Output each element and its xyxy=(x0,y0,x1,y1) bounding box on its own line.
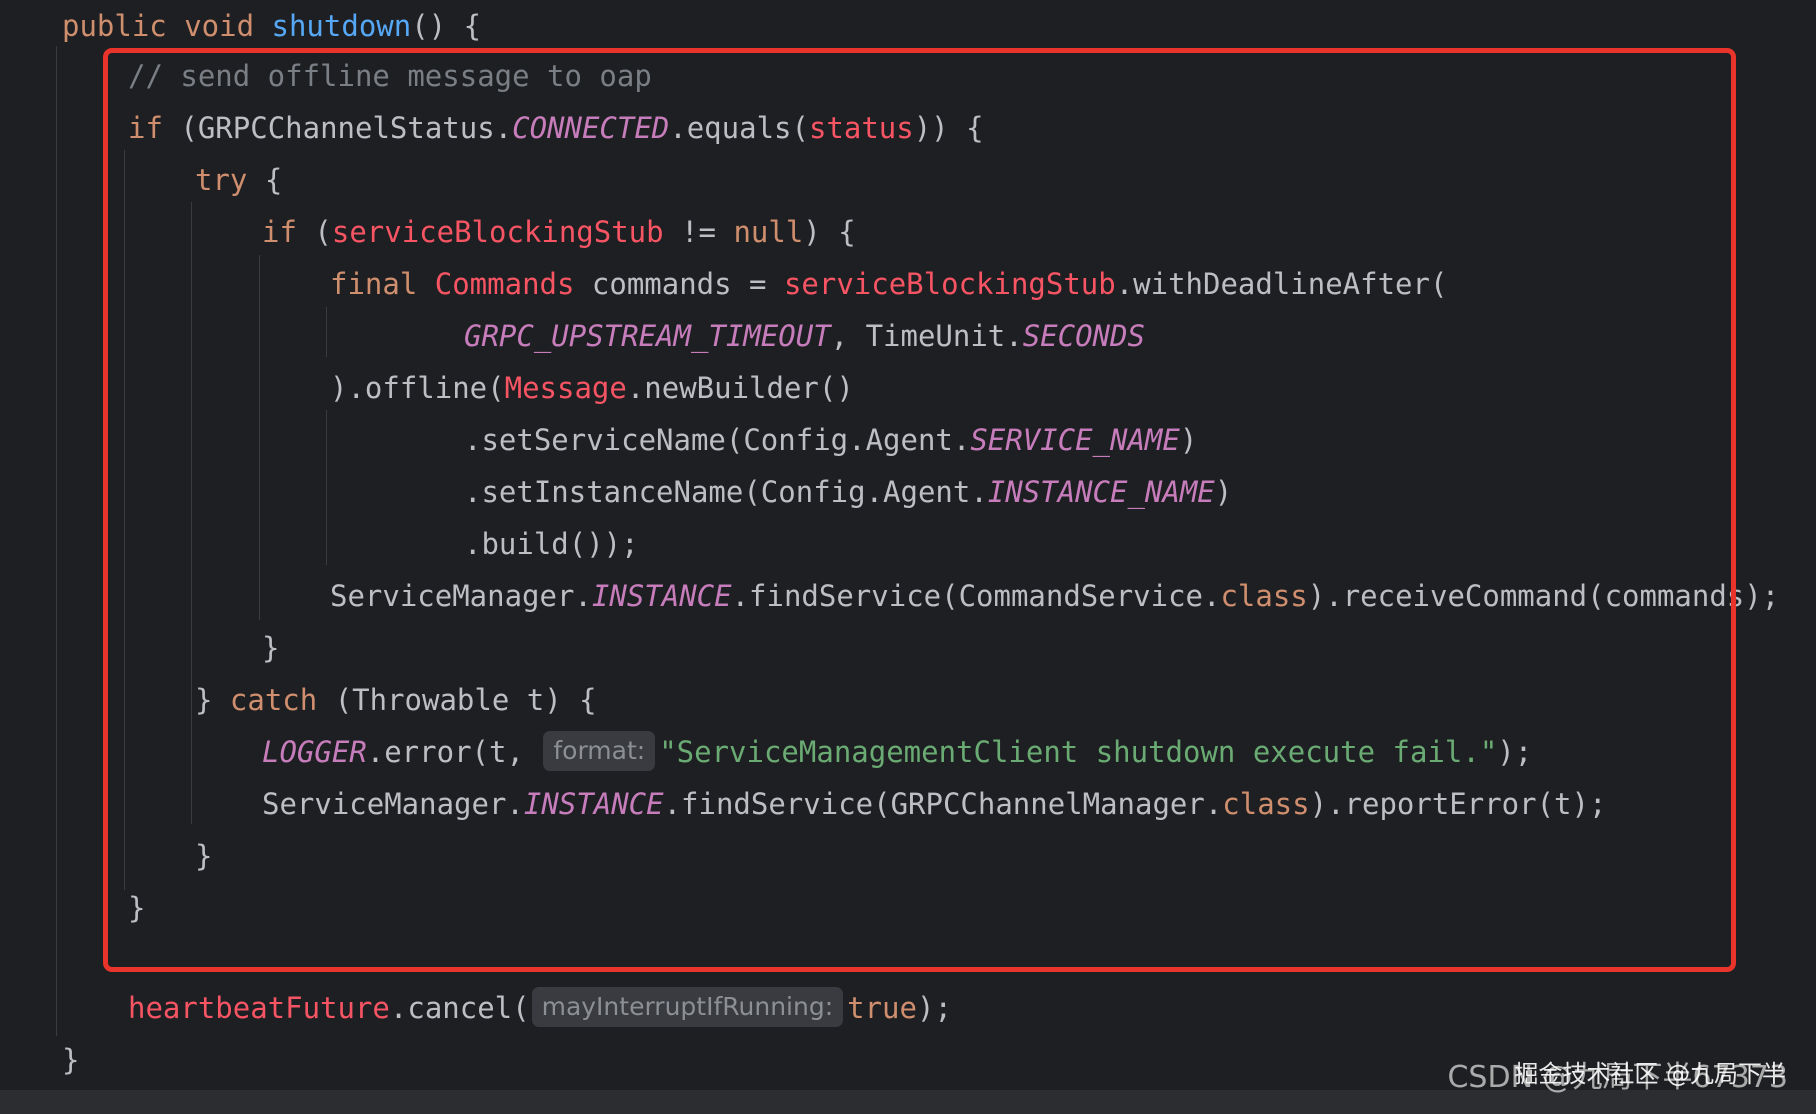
code-line[interactable]: } xyxy=(195,830,212,882)
indent-guide xyxy=(259,255,260,620)
code-token: catch xyxy=(229,683,335,717)
code-line[interactable]: } xyxy=(262,622,279,674)
code-line[interactable]: ServiceManager.INSTANCE.findService(GRPC… xyxy=(262,778,1606,830)
code-token: .build()); xyxy=(464,527,639,561)
indent-guide xyxy=(326,307,327,357)
code-token: != xyxy=(663,215,734,249)
code-line[interactable]: // send offline message to oap xyxy=(128,50,652,102)
code-token: .findService(CommandService. xyxy=(731,579,1221,613)
indent-guide xyxy=(56,46,57,1036)
code-token: public void xyxy=(62,9,272,43)
code-token: ServiceManager. xyxy=(262,787,524,821)
code-token: ).reportError(t); xyxy=(1309,787,1607,821)
code-token: try xyxy=(195,163,265,197)
code-token: INSTANCE xyxy=(523,787,664,821)
code-token: INSTANCE xyxy=(591,579,732,613)
code-line[interactable]: if (GRPCChannelStatus.CONNECTED.equals(s… xyxy=(128,102,984,154)
code-token: final xyxy=(330,267,435,301)
code-token: ).receiveCommand(commands); xyxy=(1307,579,1780,613)
code-editor[interactable]: public void shutdown() {// send offline … xyxy=(0,0,1816,1090)
code-token: serviceBlockingStub xyxy=(331,215,664,249)
code-token: ServiceManager. xyxy=(330,579,592,613)
code-token: status xyxy=(808,111,914,145)
code-line[interactable]: .setServiceName(Config.Agent.SERVICE_NAM… xyxy=(464,414,1197,466)
code-token: LOGGER xyxy=(262,735,367,769)
code-token: commands = xyxy=(574,267,784,301)
code-token: if xyxy=(128,111,181,145)
code-token: ); xyxy=(1497,735,1533,769)
code-token: ); xyxy=(916,991,952,1025)
code-token: )) { xyxy=(913,111,984,145)
code-token: .cancel( xyxy=(389,991,530,1025)
code-line[interactable]: .setInstanceName(Config.Agent.INSTANCE_N… xyxy=(464,466,1232,518)
code-token: serviceBlockingStub xyxy=(783,267,1116,301)
code-token: { xyxy=(264,163,283,197)
indent-guide xyxy=(326,410,327,565)
code-token: .equals( xyxy=(669,111,809,145)
juejin-watermark: 掘金技术社区 @九局下半 xyxy=(1514,1060,1786,1088)
parameter-hint: mayInterruptIfRunning: xyxy=(531,987,844,1027)
code-token: ( xyxy=(314,215,332,249)
code-token: SECONDS xyxy=(1022,319,1145,353)
code-token: null xyxy=(733,215,804,249)
code-line[interactable]: GRPC_UPSTREAM_TIMEOUT, TimeUnit.SECONDS xyxy=(464,310,1145,362)
code-line[interactable]: } xyxy=(62,1034,79,1086)
code-token: class xyxy=(1220,579,1308,613)
code-line[interactable]: } xyxy=(128,882,145,934)
code-token: Message xyxy=(504,371,627,405)
code-line[interactable]: ).offline(Message.newBuilder() xyxy=(330,362,854,414)
code-token: shutdown xyxy=(271,9,412,43)
code-token: heartbeatFuture xyxy=(128,991,390,1025)
code-token: true xyxy=(847,991,917,1025)
code-line[interactable]: ServiceManager.INSTANCE.findService(Comm… xyxy=(330,570,1779,622)
code-token: .error(t, xyxy=(366,735,542,769)
code-token: } xyxy=(195,839,213,873)
code-token: (Throwable t) { xyxy=(334,683,597,717)
code-token: "ServiceManagementClient shutdown execut… xyxy=(659,735,1498,769)
code-line[interactable]: public void shutdown() { xyxy=(62,0,481,52)
code-token: .findService(GRPCChannelManager. xyxy=(663,787,1223,821)
code-token: Commands xyxy=(434,267,575,301)
code-line[interactable]: LOGGER.error(t, format: "ServiceManagemen… xyxy=(262,726,1532,778)
code-token: } xyxy=(262,631,280,665)
indent-guide xyxy=(124,150,125,890)
code-token: } xyxy=(62,1043,80,1077)
code-token: ) xyxy=(1179,423,1198,457)
code-token: } xyxy=(195,683,230,717)
code-token: () { xyxy=(411,9,482,43)
code-token: ) xyxy=(1214,475,1233,509)
code-token: class xyxy=(1222,787,1310,821)
code-token: , TimeUnit. xyxy=(830,319,1023,353)
code-token: SERVICE_NAME xyxy=(970,423,1180,457)
code-line[interactable]: } catch (Throwable t) { xyxy=(195,674,597,726)
code-line[interactable]: if (serviceBlockingStub != null) { xyxy=(262,206,856,258)
code-token: (GRPCChannelStatus. xyxy=(180,111,513,145)
code-token: .newBuilder() xyxy=(626,371,854,405)
code-token: .withDeadlineAfter( xyxy=(1115,267,1448,301)
indent-guide xyxy=(191,202,192,824)
code-token: ) { xyxy=(803,215,856,249)
code-token: GRPC_UPSTREAM_TIMEOUT xyxy=(464,319,831,353)
code-token: ).offline( xyxy=(330,371,505,405)
code-line[interactable]: .build()); xyxy=(464,518,639,570)
code-token: // send offline message to oap xyxy=(128,59,652,93)
code-line[interactable]: heartbeatFuture.cancel(mayInterruptIfRun… xyxy=(128,982,952,1034)
parameter-hint: format: xyxy=(543,731,656,771)
code-token: } xyxy=(128,891,146,925)
code-token: CONNECTED xyxy=(512,111,670,145)
code-token: .setServiceName(Config.Agent. xyxy=(464,423,971,457)
code-line[interactable]: final Commands commands = serviceBlockin… xyxy=(330,258,1447,310)
code-token: .setInstanceName(Config.Agent. xyxy=(464,475,988,509)
code-token: if xyxy=(262,215,315,249)
code-token: INSTANCE_NAME xyxy=(987,475,1215,509)
code-line[interactable]: try { xyxy=(195,154,282,206)
